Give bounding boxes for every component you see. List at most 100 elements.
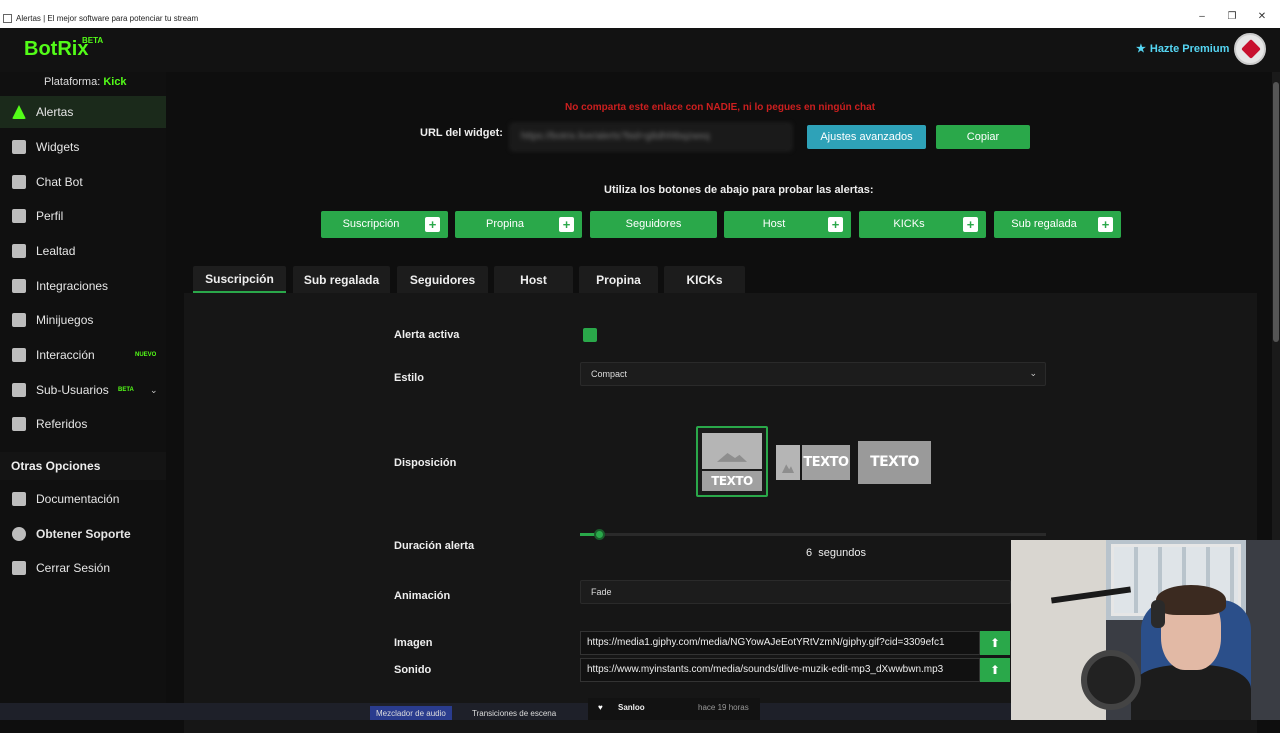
question-icon (12, 527, 26, 541)
user-avatar[interactable] (1234, 33, 1266, 65)
plus-icon: + (1098, 217, 1113, 232)
plus-icon: + (828, 217, 843, 232)
sidebar-item-label: Widgets (36, 140, 80, 154)
maximize-button[interactable]: ❐ (1222, 11, 1242, 22)
test-button-label: KICKs (893, 218, 925, 230)
test-button-label: Seguidores (625, 218, 682, 230)
sidebar-item-chat-bot[interactable]: Chat Bot (0, 166, 166, 198)
chevron-down-icon: ⌄ (1029, 368, 1037, 378)
close-button[interactable]: ✕ (1252, 11, 1272, 22)
obs-tab-transitions[interactable]: Transiciones de escena (466, 706, 562, 720)
tab-propina[interactable]: Propina (579, 266, 658, 293)
text-placeholder: TEXTO (702, 471, 762, 491)
warning-icon (12, 105, 26, 119)
animation-label: Animación (394, 590, 451, 602)
widget-url-input[interactable]: https://botrix.live/alerts?bid=g8dhf4bqz… (510, 123, 792, 151)
widget-url-label: URL del widget: (420, 127, 503, 139)
botrix-logo[interactable]: BotRix (24, 38, 88, 61)
copy-button[interactable]: Copiar (936, 125, 1030, 149)
sidebar-item-sub-usuarios[interactable]: Sub-Usuarios BETA ⌄ (0, 374, 166, 406)
image-placeholder-icon (702, 433, 762, 469)
webcam-overlay (1011, 540, 1280, 720)
obs-tab-audio-mixer[interactable]: Mezclador de audio (370, 706, 452, 720)
sidebar-item-label: Lealtad (36, 244, 76, 258)
notification-user: Sanloo (618, 703, 645, 712)
scrollbar-thumb[interactable] (1273, 82, 1279, 342)
test-kicks-button[interactable]: KICKs + (859, 211, 986, 238)
sidebar-item-documentacion[interactable]: Documentación (0, 483, 166, 515)
sidebar-item-perfil[interactable]: Perfil (0, 200, 166, 232)
test-subscription-button[interactable]: Suscripción + (321, 211, 448, 238)
follower-notification: ♥ Sanloo hace 19 horas (588, 698, 760, 720)
test-host-button[interactable]: Host + (724, 211, 851, 238)
style-label: Estilo (394, 372, 424, 384)
sidebar-item-label: Integraciones (36, 279, 109, 293)
test-followers-button[interactable]: Seguidores (590, 211, 717, 238)
sidebar-item-referidos[interactable]: Referidos (0, 408, 166, 440)
layout-option-inline[interactable]: TEXTO (776, 445, 850, 480)
sidebar-item-alertas[interactable]: Alertas (0, 96, 166, 128)
test-tip-button[interactable]: Propina + (455, 211, 582, 238)
style-value: Compact (591, 369, 628, 379)
sidebar-item-lealtad[interactable]: Lealtad (0, 235, 166, 267)
notification-time: hace 19 horas (698, 703, 749, 712)
tab-kicks[interactable]: KICKs (664, 266, 745, 293)
layout-option-overlay[interactable]: TEXTO (858, 441, 931, 484)
active-checkbox[interactable] (583, 328, 597, 342)
plus-icon: + (425, 217, 440, 232)
duration-label: Duración alerta (394, 540, 475, 552)
sound-url-input[interactable]: https://www.myinstants.com/media/sounds/… (580, 658, 980, 682)
gamepad-icon (12, 313, 26, 327)
text-placeholder: TEXTO (858, 441, 931, 484)
sidebar-item-label: Obtener Soporte (36, 527, 131, 541)
tab-seguidores[interactable]: Seguidores (397, 266, 488, 293)
tab-suscripcion[interactable]: Suscripción (193, 266, 286, 293)
image-url-input[interactable]: https://media1.giphy.com/media/NGYowAJeE… (580, 631, 980, 655)
sidebar-item-label: Cerrar Sesión (36, 561, 111, 575)
trophy-icon (12, 244, 26, 258)
upload-icon[interactable]: ⬆ (980, 658, 1010, 682)
minimize-button[interactable]: – (1192, 11, 1212, 22)
layout-option-stacked[interactable]: TEXTO (696, 426, 768, 497)
premium-link[interactable]: ★ Hazte Premium (1136, 42, 1229, 56)
webcam-body (1131, 665, 1251, 720)
duration-slider-track[interactable] (580, 533, 1046, 536)
chevron-down-icon[interactable]: ⌄ (150, 385, 158, 396)
security-warning: No comparta este enlace con NADIE, ni lo… (565, 102, 876, 113)
image-placeholder-icon (776, 445, 800, 480)
logout-icon (12, 561, 26, 575)
window-title: Alertas | El mejor software para potenci… (16, 14, 199, 23)
platform-value: Kick (103, 76, 127, 88)
sidebar-item-soporte[interactable]: Obtener Soporte (0, 518, 166, 550)
star-icon: ★ (1136, 43, 1146, 55)
sidebar-item-label: Documentación (36, 492, 120, 506)
advanced-settings-button[interactable]: Ajustes avanzados (807, 125, 926, 149)
animation-select[interactable]: Fade (580, 580, 1011, 604)
duration-slider-handle[interactable] (594, 529, 605, 540)
book-icon (12, 492, 26, 506)
grid-icon (12, 140, 26, 154)
upload-icon[interactable]: ⬆ (980, 631, 1010, 655)
music-icon (12, 348, 26, 362)
test-button-label: Suscripción (342, 218, 400, 230)
plus-icon: + (559, 217, 574, 232)
image-label: Imagen (394, 637, 433, 649)
robot-icon (12, 175, 26, 189)
test-gifted-sub-button[interactable]: Sub regalada + (994, 211, 1121, 238)
sidebar-item-integraciones[interactable]: Integraciones (0, 270, 166, 302)
style-select[interactable]: Compact ⌄ (580, 362, 1046, 386)
sidebar-item-label: Minijuegos (36, 313, 94, 327)
active-label: Alerta activa (394, 329, 460, 341)
tab-host[interactable]: Host (494, 266, 573, 293)
webcam-microphone (1081, 650, 1141, 710)
sidebar-item-minijuegos[interactable]: Minijuegos (0, 304, 166, 336)
sidebar-item-interaccion[interactable]: Interacción NUEVO (0, 339, 166, 371)
sidebar-item-cerrar-sesion[interactable]: Cerrar Sesión (0, 552, 166, 584)
page-scrollbar[interactable] (1272, 72, 1280, 540)
sidebar-item-widgets[interactable]: Widgets (0, 131, 166, 163)
new-badge: NUEVO (135, 352, 157, 358)
app-icon (3, 14, 12, 23)
users-icon (12, 383, 26, 397)
tab-sub-regalada[interactable]: Sub regalada (293, 266, 390, 293)
other-options-heading: Otras Opciones (0, 452, 166, 480)
